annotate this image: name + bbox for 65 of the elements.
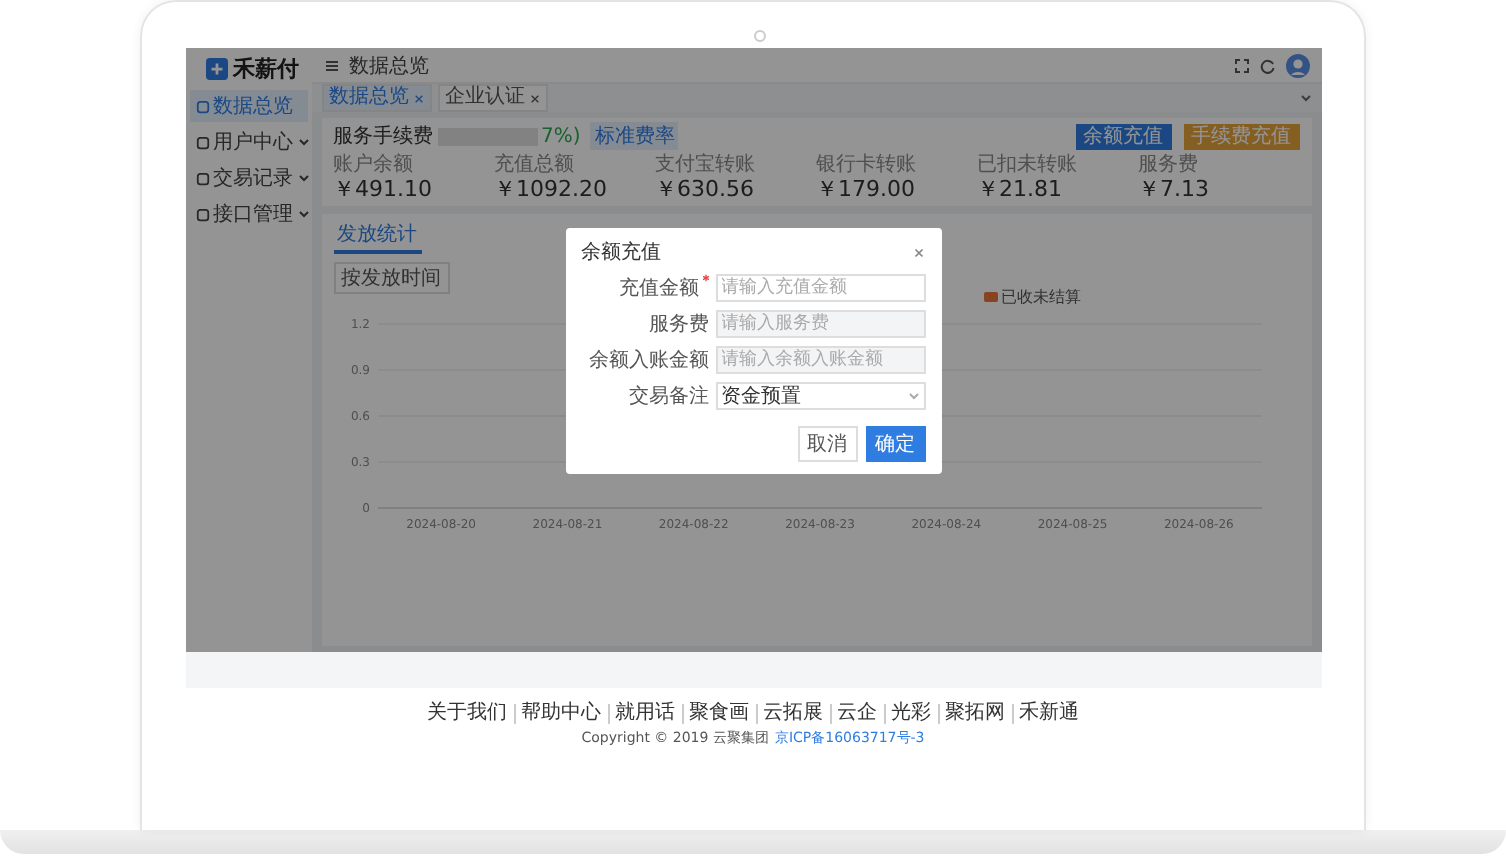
menu-item-icon (195, 135, 209, 149)
field-label: 服务费 (647, 311, 709, 338)
chart-tab[interactable]: 发放统计 (333, 218, 421, 254)
footer-link[interactable]: 关于我们 (421, 704, 513, 724)
chevron-icon (907, 392, 919, 400)
stat-value: ￥630.56 (655, 178, 756, 202)
refresh-icon[interactable] (1259, 57, 1275, 73)
page-tab[interactable]: 企业认证 (437, 84, 547, 112)
camera-dot (753, 30, 765, 42)
fee-label: 服务手续费 (333, 123, 433, 150)
footer-link[interactable]: 聚拓网 (937, 704, 1011, 724)
stat-label: 服务费 (1138, 154, 1200, 178)
footer-link[interactable]: 禾新通 (1011, 704, 1085, 724)
chevron-icon (297, 174, 309, 182)
field-label: 交易备注 (627, 383, 709, 410)
dialog-button[interactable]: 确定 (865, 426, 925, 462)
stat-label: 账户余额 (333, 154, 415, 178)
stat-value: ￥21.81 (977, 178, 1064, 202)
stat-value: ￥491.10 (333, 178, 434, 202)
action-button[interactable]: 余额充值 (1075, 123, 1171, 149)
page-tab[interactable]: 数据总览 (321, 84, 431, 112)
footer-link[interactable]: 云拓展 (755, 704, 829, 724)
chevron-icon (297, 210, 309, 218)
select-field[interactable]: 资金预置 (715, 382, 925, 410)
input-field[interactable]: 请输入充值金额 (715, 274, 925, 302)
field-label: 余额入账金额 (587, 347, 709, 374)
stat-label: 银行卡转账 (816, 154, 918, 178)
menu-icon[interactable] (323, 57, 339, 73)
menu-item-icon (195, 207, 209, 221)
chevron-icon (297, 138, 309, 146)
menu-item-icon (195, 171, 209, 185)
field-label: 充值金额 (581, 274, 709, 302)
stat-label: 充值总额 (494, 154, 576, 178)
stat-label: 支付宝转账 (655, 154, 757, 178)
stat-value: ￥1092.20 (494, 178, 609, 202)
rate-tag: 标准费率 (590, 122, 679, 150)
close-icon[interactable] (529, 93, 539, 103)
stat-value: ￥179.00 (816, 178, 917, 202)
stat-value: ￥7.13 (1138, 178, 1211, 202)
footer-link[interactable]: 云企 (829, 704, 883, 724)
filter-button[interactable]: 按发放时间 (333, 262, 449, 294)
logo-text: 禾薪付 (233, 53, 299, 83)
footer-link[interactable]: 光彩 (883, 704, 937, 724)
legend-swatch (983, 292, 997, 302)
chevron-icon[interactable] (1299, 94, 1311, 102)
required-icon (701, 274, 709, 282)
sidebar-item[interactable]: 用户中心 (189, 126, 307, 158)
sidebar-item[interactable]: 交易记录 (189, 162, 307, 194)
sidebar-item[interactable]: 接口管理 (189, 198, 307, 230)
menu-item-icon (195, 99, 209, 113)
fullscreen-icon[interactable] (1233, 57, 1249, 73)
logo-icon (205, 57, 227, 79)
stat-label: 已扣未转账 (977, 154, 1079, 178)
dialog-button[interactable]: 取消 (797, 426, 857, 462)
footer-link[interactable]: 帮助中心 (513, 704, 607, 724)
breadcrumb: 数据总览 (349, 53, 429, 79)
legend-label: 已收未结算 (1001, 286, 1081, 308)
close-icon[interactable] (413, 93, 423, 103)
dialog-title: 余额充值 (581, 239, 661, 266)
sidebar-item[interactable]: 数据总览 (189, 90, 307, 122)
close-icon[interactable] (911, 245, 925, 259)
footer-link[interactable]: 聚食画 (681, 704, 755, 724)
fee-rate: 7%) (541, 125, 581, 147)
footer-link[interactable]: 就用话 (607, 704, 681, 724)
avatar-icon[interactable] (1285, 53, 1309, 77)
